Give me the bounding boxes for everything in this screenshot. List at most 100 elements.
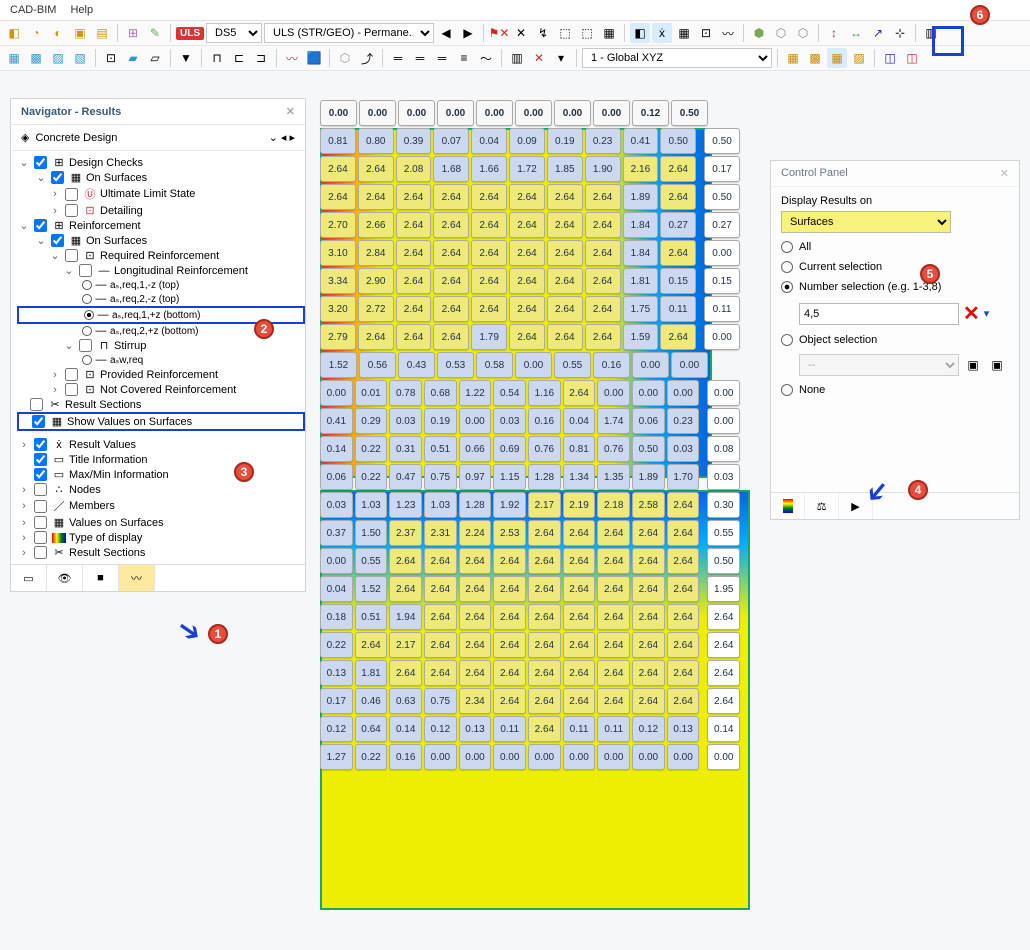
tool-icon[interactable]: ⊏ [229,48,249,68]
tool-icon[interactable]: ✕ [529,48,549,68]
tree-item[interactable]: Title Information [69,454,147,466]
tool-icon[interactable]: ═ [410,48,430,68]
tool-icon[interactable]: ▦ [4,48,24,68]
pick-icon[interactable]: ▣ [963,355,983,375]
tool-icon[interactable]: ↯ [533,23,553,43]
tree-item[interactable]: Detailing [100,205,143,217]
tool-icon[interactable]: ⊐ [251,48,271,68]
gradient-icon[interactable]: 🟦 [304,48,324,68]
tree-item-selected[interactable]: aₛ,req,1,+z (bottom) [112,310,201,321]
tree-item[interactable]: Longitudinal Reinforcement [114,265,248,277]
tree-item[interactable]: Not Covered Reinforcement [100,384,236,396]
tool-icon[interactable]: ▨ [48,48,68,68]
radio[interactable] [82,326,92,336]
number-selection-input[interactable] [799,303,959,325]
cube-icon[interactable]: ⬡ [771,23,791,43]
show-values-row[interactable]: ▦Show Values on Surfaces [17,412,305,431]
tree-item[interactable]: Required Reinforcement [100,250,219,262]
radio-none-row[interactable]: None [781,384,1009,396]
expander-icon[interactable]: › [19,439,29,451]
expander-icon[interactable]: ⌄ [19,219,29,232]
checkbox[interactable] [79,339,92,352]
expander-icon[interactable]: ⌄ [36,234,46,247]
tool-icon[interactable]: ⊹ [890,23,910,43]
expander-icon[interactable]: › [19,532,29,544]
object-selection-combo[interactable]: -- [799,354,959,376]
axis-icon[interactable]: ↕ [824,23,844,43]
tool-icon[interactable]: 〜 [476,48,496,68]
checkbox[interactable] [32,415,45,428]
expander-icon[interactable]: › [19,500,29,512]
axis-z-icon[interactable]: ↗ [868,23,888,43]
checkbox[interactable] [34,483,47,496]
tool-icon[interactable]: ⊓ [207,48,227,68]
radio[interactable] [781,261,793,273]
radio-selected[interactable] [781,281,793,293]
tool-icon[interactable]: 〰 [282,48,302,68]
tree-item[interactable]: aₛw,req [110,355,143,366]
tree-item[interactable]: Type of display [69,532,142,544]
tool-icon[interactable]: 〰 [718,23,738,43]
checkbox[interactable] [30,398,43,411]
expander-icon[interactable]: ⌄ [50,249,60,262]
tool-icon[interactable]: ✎ [145,23,165,43]
tool-icon[interactable]: ▤ [92,23,112,43]
grid-icon[interactable]: ▨ [849,48,869,68]
radio-number-row[interactable]: Number selection (e.g. 1-3,8) [781,281,1009,293]
checkbox[interactable] [34,500,47,513]
checkbox[interactable] [65,188,78,201]
load-case-combo[interactable]: ULS (STR/GEO) - Permane... ▾ [264,23,434,43]
radio[interactable] [82,355,92,365]
tool-icon[interactable]: ◧ [4,23,24,43]
tool-icon[interactable]: ▱ [145,48,165,68]
tree-item[interactable]: On Surfaces [86,172,147,184]
expander-icon[interactable]: ⌄ [19,156,29,169]
radio[interactable] [82,280,92,290]
tree-item[interactable]: Result Sections [65,399,141,411]
checkbox[interactable] [79,264,92,277]
tool-icon[interactable]: ▦ [599,23,619,43]
checkbox[interactable] [34,453,47,466]
nav-tab-results[interactable]: 〰 [119,565,155,591]
tool-icon[interactable]: ▩ [26,48,46,68]
tree-item[interactable]: Result Sections [69,547,145,559]
checkbox[interactable] [65,383,78,396]
tool-icon[interactable]: ⊞ [123,23,143,43]
expander-icon[interactable]: › [50,205,60,217]
checkbox[interactable] [65,249,78,262]
checkbox[interactable] [34,531,47,544]
grid-icon[interactable]: ▦ [827,48,847,68]
nav-tab-views[interactable]: 👁 [47,565,83,591]
tree-item[interactable]: Nodes [69,484,101,496]
radio-current-row[interactable]: Current selection [781,261,1009,273]
checkbox[interactable] [51,234,64,247]
coord-system-combo[interactable]: 1 - Global XYZ [582,48,772,68]
flag-icon[interactable]: ⚑✕ [489,23,509,43]
tool-icon[interactable]: ✕ [511,23,531,43]
cube-icon[interactable]: ⬡ [335,48,355,68]
tree-item[interactable]: Values on Surfaces [69,517,164,529]
radio[interactable] [781,241,793,253]
checkbox[interactable] [34,156,47,169]
checkbox[interactable] [34,546,47,559]
tool-icon[interactable]: ◐ [48,23,68,43]
next-icon[interactable]: ▶ [458,23,478,43]
checkbox[interactable] [65,204,78,217]
tool-icon[interactable]: ◔ [26,23,46,43]
clear-icon[interactable]: ✕ [963,301,980,326]
tool-icon[interactable]: ≡ [454,48,474,68]
tool-icon[interactable]: ⤴ [357,48,377,68]
tool-icon[interactable]: ▧ [70,48,90,68]
radio-all-row[interactable]: All [781,241,1009,253]
tree-item[interactable]: aₛ,req,2,+z (bottom) [110,326,199,337]
tool-icon[interactable]: ▰ [123,48,143,68]
expander-icon[interactable]: ⌄ [64,339,74,352]
menu-cadbim[interactable]: CAD-BIM [10,4,56,16]
tree-item[interactable]: Design Checks [69,157,143,169]
expander-icon[interactable]: ⌄ [36,171,46,184]
tree-item[interactable]: Ultimate Limit State [100,188,195,200]
close-icon[interactable]: ✕ [1000,167,1009,180]
tool-icon[interactable]: ◫ [880,48,900,68]
tool-icon[interactable]: ◧ [630,23,650,43]
display-results-combo[interactable]: Surfaces [781,211,951,233]
